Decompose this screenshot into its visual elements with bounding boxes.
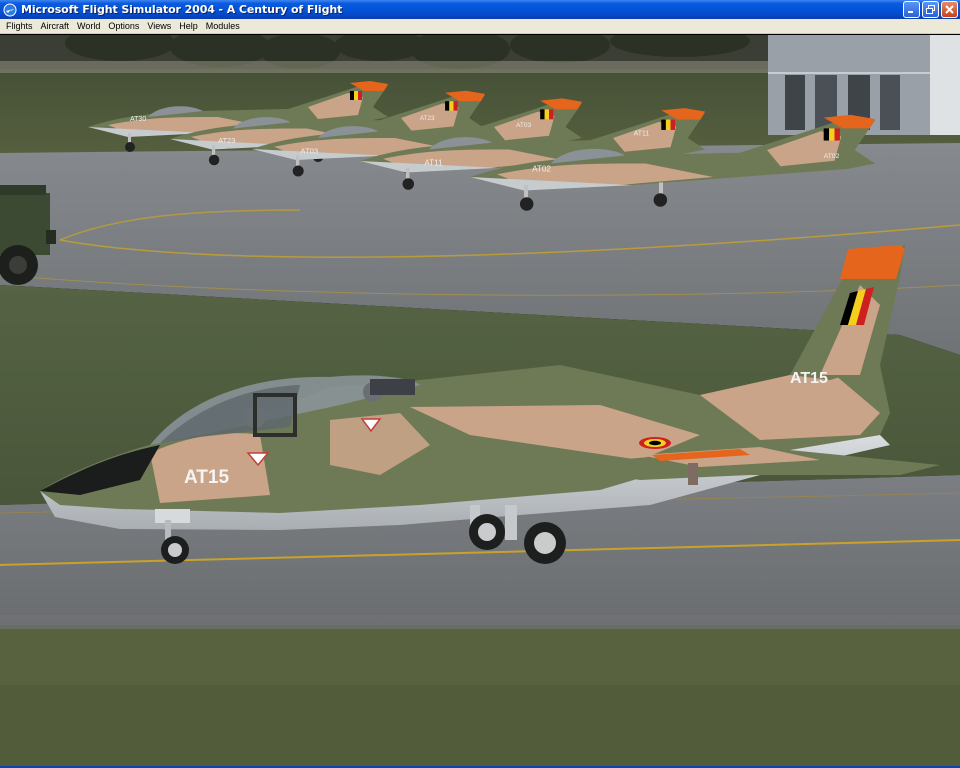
app-window: Microsoft Flight Simulator 2004 - A Cent… [0, 0, 960, 768]
simulator-viewport[interactable]: AT30 AT30 AT23 AT23 AT03 AT03 AT11 AT11 [0, 35, 960, 768]
fs-plane-icon [3, 3, 17, 17]
menu-aircraft[interactable]: Aircraft [37, 19, 74, 34]
svg-text:AT03: AT03 [516, 122, 532, 129]
menu-modules[interactable]: Modules [202, 19, 244, 34]
svg-text:AT23: AT23 [420, 115, 435, 122]
maximize-button[interactable] [922, 1, 939, 18]
svg-text:AT03: AT03 [300, 146, 318, 155]
roundel [639, 437, 671, 449]
menu-help[interactable]: Help [175, 19, 202, 34]
window-title: Microsoft Flight Simulator 2004 - A Cent… [21, 3, 343, 16]
menu-options[interactable]: Options [104, 19, 143, 34]
svg-text:AT02: AT02 [532, 165, 551, 174]
minimize-icon [908, 11, 913, 13]
svg-text:AT30: AT30 [130, 116, 146, 123]
menu-world[interactable]: World [73, 19, 104, 34]
close-button[interactable] [941, 1, 958, 18]
title-bar[interactable]: Microsoft Flight Simulator 2004 - A Cent… [0, 0, 960, 19]
restore-icon [926, 5, 935, 14]
menu-flights[interactable]: Flights [2, 19, 37, 34]
cockpit-scene: AT30 AT30 AT23 AT23 AT03 AT03 AT11 AT11 [0, 35, 960, 768]
close-icon [945, 5, 954, 14]
fuselage-code: AT15 [184, 467, 229, 488]
svg-text:AT02: AT02 [824, 153, 840, 160]
tail-code: AT15 [790, 370, 828, 387]
svg-text:AT11: AT11 [634, 131, 650, 138]
svg-text:AT11: AT11 [424, 159, 443, 168]
svg-text:AT23: AT23 [218, 136, 235, 145]
menu-bar: Flights Aircraft World Options Views Help Modu… [0, 19, 960, 34]
menu-views[interactable]: Views [143, 19, 175, 34]
minimize-button[interactable] [903, 1, 920, 18]
